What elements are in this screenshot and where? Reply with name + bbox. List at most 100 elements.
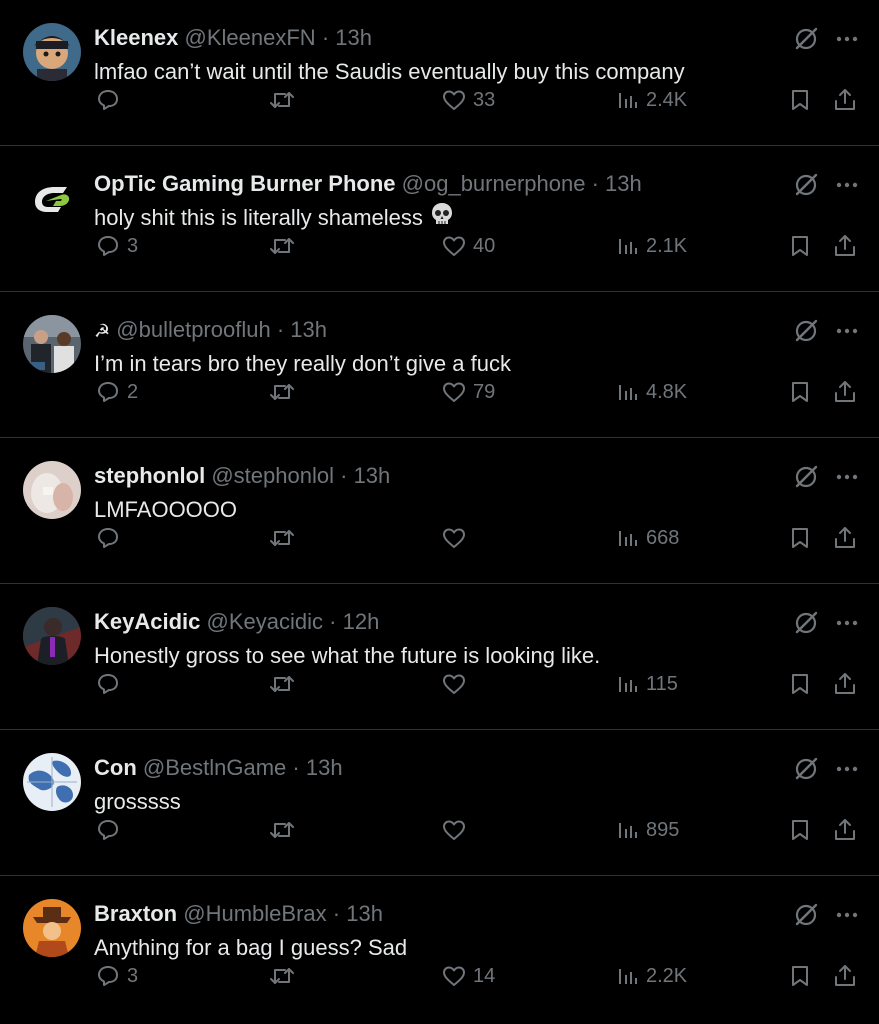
- user-handle[interactable]: @HumbleBrax: [183, 901, 326, 926]
- tweet-header: ☭ @bulletproofluh · 13h: [94, 314, 327, 346]
- views-button[interactable]: 2.1K: [616, 228, 687, 264]
- avatar[interactable]: [23, 753, 81, 811]
- share-button[interactable]: [831, 374, 859, 410]
- more-icon[interactable]: [832, 24, 862, 54]
- tweet[interactable]: stephonlol @stephonlol · 13h LMFAOOOOO 6…: [0, 438, 879, 584]
- retweet-button[interactable]: [268, 812, 302, 848]
- like-button[interactable]: 40: [441, 228, 495, 264]
- user-handle[interactable]: @BestlnGame: [143, 755, 286, 780]
- like-button[interactable]: 14: [441, 958, 495, 994]
- avatar[interactable]: [23, 461, 81, 519]
- avatar[interactable]: [23, 607, 81, 665]
- avatar[interactable]: [23, 315, 81, 373]
- tweet[interactable]: OpTic Gaming Burner Phone @og_burnerphon…: [0, 146, 879, 292]
- tweet[interactable]: KeyAcidic @Keyacidic · 12h Honestly gros…: [0, 584, 879, 730]
- timestamp[interactable]: 13h: [290, 317, 327, 342]
- grok-icon[interactable]: [791, 170, 821, 200]
- share-button[interactable]: [831, 520, 859, 556]
- grok-icon[interactable]: [791, 24, 821, 54]
- share-icon: [831, 671, 859, 697]
- bookmark-button[interactable]: [787, 374, 813, 410]
- user-handle[interactable]: @bulletproofluh: [116, 317, 270, 342]
- grok-icon[interactable]: [791, 900, 821, 930]
- reply-button[interactable]: [95, 812, 127, 848]
- user-handle[interactable]: @KleenexFN: [185, 25, 316, 50]
- reply-button[interactable]: [95, 520, 127, 556]
- retweet-button[interactable]: [268, 374, 302, 410]
- more-icon[interactable]: [832, 170, 862, 200]
- grok-icon[interactable]: [791, 316, 821, 346]
- user-handle[interactable]: @og_burnerphone: [402, 171, 586, 196]
- retweet-button[interactable]: [268, 228, 302, 264]
- grok-icon[interactable]: [791, 462, 821, 492]
- share-button[interactable]: [831, 958, 859, 994]
- share-button[interactable]: [831, 666, 859, 702]
- reply-button[interactable]: 3: [95, 958, 138, 994]
- display-name[interactable]: stephonlol: [94, 463, 205, 488]
- timestamp[interactable]: 13h: [306, 755, 343, 780]
- views-button[interactable]: 668: [616, 520, 679, 556]
- views-button[interactable]: 895: [616, 812, 679, 848]
- views-button[interactable]: 2.4K: [616, 82, 687, 118]
- share-button[interactable]: [831, 82, 859, 118]
- bookmark-button[interactable]: [787, 666, 813, 702]
- reply-button[interactable]: [95, 666, 127, 702]
- tweet[interactable]: Con @BestlnGame · 13h grosssss 895: [0, 730, 879, 876]
- more-icon[interactable]: [832, 316, 862, 346]
- more-icon[interactable]: [832, 608, 862, 638]
- bookmark-button[interactable]: [787, 958, 813, 994]
- retweet-button[interactable]: [268, 520, 302, 556]
- like-button[interactable]: 79: [441, 374, 495, 410]
- share-button[interactable]: [831, 812, 859, 848]
- user-handle[interactable]: @Keyacidic: [207, 609, 324, 634]
- like-button[interactable]: [441, 666, 473, 702]
- user-handle[interactable]: @stephonlol: [211, 463, 334, 488]
- retweet-button[interactable]: [268, 666, 302, 702]
- more-icon[interactable]: [832, 754, 862, 784]
- bookmark-icon: [787, 379, 813, 405]
- retweet-button[interactable]: [268, 958, 302, 994]
- bookmark-button[interactable]: [787, 228, 813, 264]
- reply-button[interactable]: 2: [95, 374, 138, 410]
- like-icon: [441, 817, 467, 843]
- tweet-header: OpTic Gaming Burner Phone @og_burnerphon…: [94, 168, 642, 200]
- tweet[interactable]: ☭ @bulletproofluh · 13h I’m in tears bro…: [0, 292, 879, 438]
- retweet-icon: [268, 963, 296, 989]
- timestamp[interactable]: 13h: [605, 171, 642, 196]
- bookmark-button[interactable]: [787, 82, 813, 118]
- reply-button[interactable]: 3: [95, 228, 138, 264]
- like-button[interactable]: [441, 520, 473, 556]
- bookmark-button[interactable]: [787, 812, 813, 848]
- display-name[interactable]: Braxton: [94, 901, 177, 926]
- reply-icon: [95, 379, 121, 405]
- views-button[interactable]: 115: [616, 666, 678, 702]
- more-icon[interactable]: [832, 462, 862, 492]
- display-name[interactable]: OpTic Gaming Burner Phone: [94, 171, 396, 196]
- avatar[interactable]: [23, 23, 81, 81]
- tweet[interactable]: Braxton @HumbleBrax · 13h Anything for a…: [0, 876, 879, 1022]
- more-icon[interactable]: [832, 900, 862, 930]
- timestamp[interactable]: 12h: [343, 609, 380, 634]
- timestamp[interactable]: 13h: [346, 901, 383, 926]
- grok-icon[interactable]: [791, 608, 821, 638]
- like-button[interactable]: [441, 812, 473, 848]
- view-count: 668: [646, 527, 680, 549]
- timestamp[interactable]: 13h: [354, 463, 391, 488]
- share-button[interactable]: [831, 228, 859, 264]
- views-button[interactable]: 2.2K: [616, 958, 687, 994]
- display-name[interactable]: KeyAcidic: [94, 609, 200, 634]
- reply-button[interactable]: [95, 82, 127, 118]
- bookmark-button[interactable]: [787, 520, 813, 556]
- grok-icon[interactable]: [791, 754, 821, 784]
- retweet-icon: [268, 525, 296, 551]
- display-name[interactable]: Kleenex: [94, 25, 178, 50]
- tweet[interactable]: Kleenex @KleenexFN · 13h lmfao can’t wai…: [0, 0, 879, 146]
- avatar[interactable]: [23, 169, 81, 227]
- retweet-button[interactable]: [268, 82, 302, 118]
- display-name[interactable]: Con: [94, 755, 137, 780]
- timestamp[interactable]: 13h: [335, 25, 372, 50]
- avatar[interactable]: [23, 899, 81, 957]
- views-button[interactable]: 4.8K: [616, 374, 687, 410]
- separator-dot: ·: [332, 901, 341, 926]
- like-button[interactable]: 33: [441, 82, 495, 118]
